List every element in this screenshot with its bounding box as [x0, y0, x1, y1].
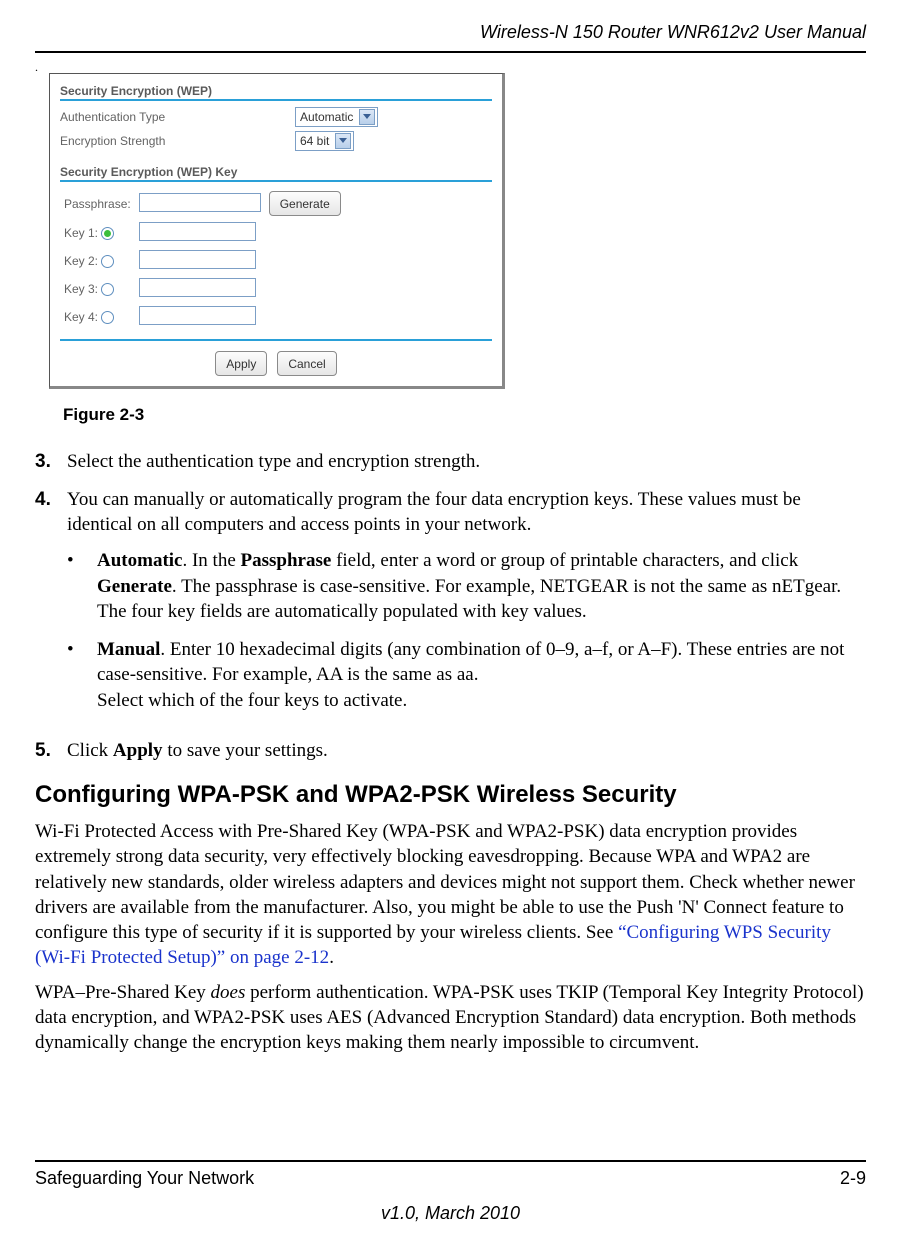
step-body: Click Apply to save your settings. [67, 738, 866, 764]
key4-input[interactable] [139, 306, 256, 325]
chevron-down-icon [359, 109, 375, 125]
text: . Enter 10 hexadecimal digits (any combi… [97, 639, 844, 686]
sub-bullets: • Automatic. In the Passphrase field, en… [67, 548, 866, 714]
figure-wrap: Security Encryption (WEP) Authentication… [49, 73, 866, 425]
emphasis: does [211, 982, 246, 1003]
generate-button[interactable]: Generate [269, 191, 341, 216]
button-row: Apply Cancel [60, 351, 492, 376]
bullet-marker: • [67, 637, 97, 714]
footer-section-title: Safeguarding Your Network [35, 1168, 254, 1189]
key3-input[interactable] [139, 278, 256, 297]
section-title-wep-key: Security Encryption (WEP) Key [60, 165, 492, 179]
enc-strength-label: Encryption Strength [60, 134, 295, 148]
key2-radio[interactable] [101, 255, 114, 268]
step-number: 4. [35, 487, 67, 726]
footer-page-number: 2-9 [840, 1168, 866, 1189]
lead-term: Manual [97, 639, 160, 660]
bullet-marker: • [67, 548, 97, 625]
key3-row: Key 3: [60, 275, 345, 303]
key4-label: Key 4: [64, 310, 98, 324]
key1-label: Key 1: [64, 226, 98, 240]
section-title-wep: Security Encryption (WEP) [60, 84, 492, 98]
paragraph-1: Wi-Fi Protected Access with Pre-Shared K… [35, 819, 866, 969]
key1-row: Key 1: [60, 219, 345, 247]
text: to save your settings. [163, 740, 328, 761]
step-4-text: You can manually or automatically progra… [67, 489, 801, 536]
passphrase-label: Passphrase: [60, 188, 135, 219]
divider [60, 99, 492, 101]
text: Select which of the four keys to activat… [97, 690, 407, 711]
bullet-body: Manual. Enter 10 hexadecimal digits (any… [97, 637, 866, 714]
auth-type-select[interactable]: Automatic [295, 107, 378, 127]
enc-strength-select[interactable]: 64 bit [295, 131, 354, 151]
apply-button[interactable]: Apply [215, 351, 267, 376]
button-name: Generate [97, 576, 172, 597]
divider [60, 180, 492, 182]
enc-strength-value: 64 bit [300, 134, 329, 148]
passphrase-input[interactable] [139, 193, 261, 212]
button-name: Apply [113, 740, 163, 761]
figure-label: Figure 2-3 [63, 405, 866, 425]
key1-input[interactable] [139, 222, 256, 241]
step-number: 5. [35, 738, 67, 764]
bullet-manual: • Manual. Enter 10 hexadecimal digits (a… [67, 637, 866, 714]
auth-type-value: Automatic [300, 110, 353, 124]
page-footer: Safeguarding Your Network 2-9 v1.0, Marc… [35, 1160, 866, 1224]
text: . [329, 947, 334, 968]
wep-settings-screenshot: Security Encryption (WEP) Authentication… [49, 73, 505, 389]
enc-strength-row: Encryption Strength 64 bit [60, 131, 492, 151]
section-heading: Configuring WPA-PSK and WPA2-PSK Wireles… [35, 781, 866, 809]
paragraph-2: WPA–Pre-Shared Key does perform authenti… [35, 980, 866, 1055]
key1-radio[interactable] [101, 227, 114, 240]
key2-input[interactable] [139, 250, 256, 269]
key3-label: Key 3: [64, 282, 98, 296]
footer-version: v1.0, March 2010 [35, 1203, 866, 1224]
passphrase-row: Passphrase: Generate [60, 188, 345, 219]
key2-label: Key 2: [64, 254, 98, 268]
steps-list: 3. Select the authentication type and en… [35, 449, 866, 763]
text: Click [67, 740, 113, 761]
step-body: Select the authentication type and encry… [67, 449, 866, 475]
divider [60, 339, 492, 341]
cancel-button[interactable]: Cancel [277, 351, 336, 376]
running-header: Wireless-N 150 Router WNR612v2 User Manu… [35, 22, 866, 43]
auth-type-label: Authentication Type [60, 110, 295, 124]
field-name: Passphrase [241, 550, 332, 571]
step-body: You can manually or automatically progra… [67, 487, 866, 726]
chevron-down-icon [335, 133, 351, 149]
header-rule [35, 51, 866, 53]
step-5: 5. Click Apply to save your settings. [35, 738, 866, 764]
wep-key-table: Passphrase: Generate Key 1: Key 2: Key 3… [60, 188, 345, 331]
key4-radio[interactable] [101, 311, 114, 324]
continuation-dot: . [35, 63, 866, 71]
lead-term: Automatic [97, 550, 182, 571]
step-4: 4. You can manually or automatically pro… [35, 487, 866, 726]
key4-row: Key 4: [60, 303, 345, 331]
text: . In the [182, 550, 240, 571]
bullet-body: Automatic. In the Passphrase field, ente… [97, 548, 866, 625]
auth-type-row: Authentication Type Automatic [60, 107, 492, 127]
text: field, enter a word or group of printabl… [331, 550, 798, 571]
step-3: 3. Select the authentication type and en… [35, 449, 866, 475]
key2-row: Key 2: [60, 247, 345, 275]
key3-radio[interactable] [101, 283, 114, 296]
footer-rule [35, 1160, 866, 1162]
text: . The passphrase is case-sensitive. For … [97, 576, 841, 623]
bullet-automatic: • Automatic. In the Passphrase field, en… [67, 548, 866, 625]
step-number: 3. [35, 449, 67, 475]
text: WPA–Pre-Shared Key [35, 982, 211, 1003]
